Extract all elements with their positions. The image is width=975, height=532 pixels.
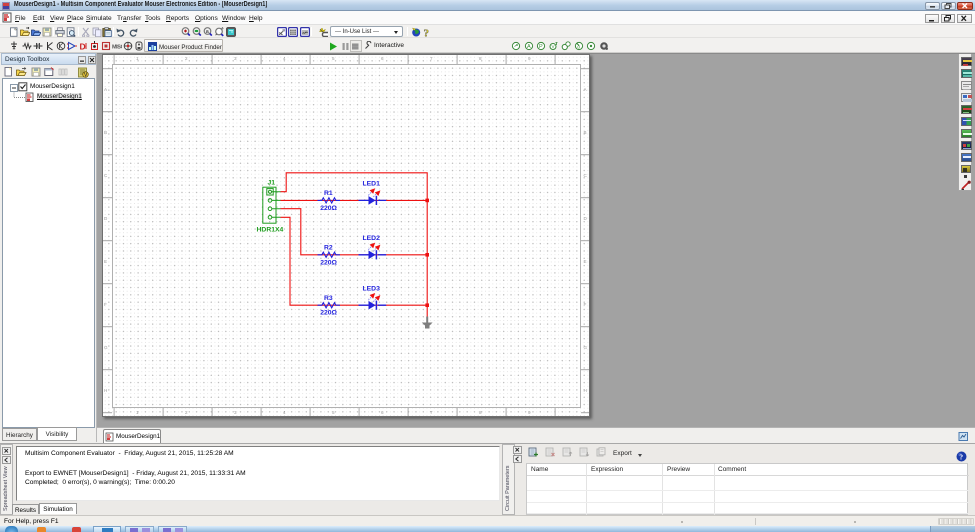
svg-text:LED2: LED2 <box>363 235 381 242</box>
svg-text:o: o <box>577 44 580 50</box>
svg-text:MISC: MISC <box>112 44 122 50</box>
svg-text:R1: R1 <box>324 190 333 197</box>
svg-text:P: P <box>539 44 543 50</box>
svg-text:?: ? <box>959 452 963 461</box>
svg-text:J1: J1 <box>268 179 276 186</box>
svg-text:220Ω: 220Ω <box>320 205 337 212</box>
svg-text:V: V <box>551 44 554 49</box>
svg-text:220Ω: 220Ω <box>320 259 337 266</box>
svg-text:LED1: LED1 <box>363 181 381 188</box>
svg-text:220Ω: 220Ω <box>320 310 337 317</box>
svg-text:R2: R2 <box>324 244 333 251</box>
svg-text:?: ? <box>424 27 430 37</box>
svg-text:D: D <box>80 41 86 51</box>
svg-text:R3: R3 <box>324 295 333 302</box>
svg-text:HDR1X4: HDR1X4 <box>257 227 284 234</box>
svg-text:A: A <box>527 44 531 50</box>
svg-text:LED3: LED3 <box>363 285 381 292</box>
